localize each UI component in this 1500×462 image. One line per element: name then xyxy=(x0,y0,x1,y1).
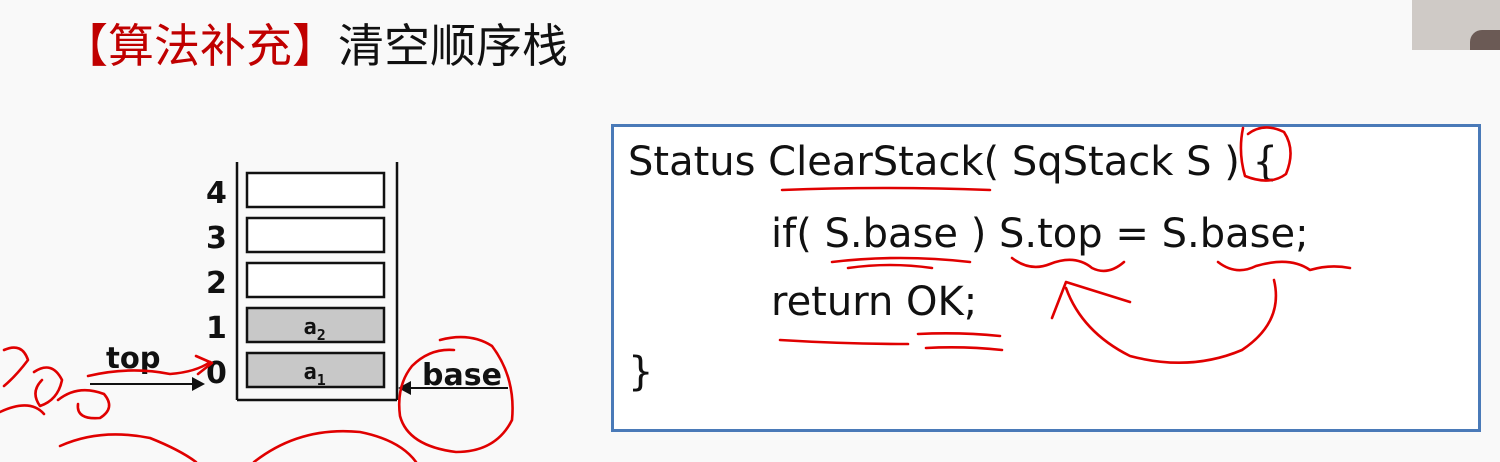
handwritten-annotations xyxy=(0,126,1352,462)
ink-arrow-top xyxy=(86,360,212,378)
ink-underline-ok-1 xyxy=(916,332,1002,338)
ink-scribble-left-1 xyxy=(2,346,30,388)
ink-underline-ok-2 xyxy=(924,346,1004,352)
ink-wave-sbase xyxy=(1216,260,1352,272)
ink-scribble-left-3 xyxy=(56,388,111,420)
ink-underline-sbase-2 xyxy=(846,263,934,270)
ink-underline-return xyxy=(778,338,910,346)
ink-wave-stop xyxy=(1010,256,1126,273)
ink-underline-clearstack xyxy=(780,186,992,192)
ink-arrowhead xyxy=(1050,280,1132,320)
ink-curve-bottom-mid xyxy=(252,429,418,462)
ink-circle-s xyxy=(1239,126,1292,182)
slide-canvas: 【算法补充】清空顺序栈 4 3 2 1 a2 0 a1 top base Status Cl… xyxy=(0,0,1500,462)
ink-underline-sbase-1 xyxy=(830,256,972,264)
ink-loop-base xyxy=(397,335,514,454)
ink-scribble-left-4 xyxy=(0,404,46,416)
ink-curve-bottom-left xyxy=(58,433,198,462)
